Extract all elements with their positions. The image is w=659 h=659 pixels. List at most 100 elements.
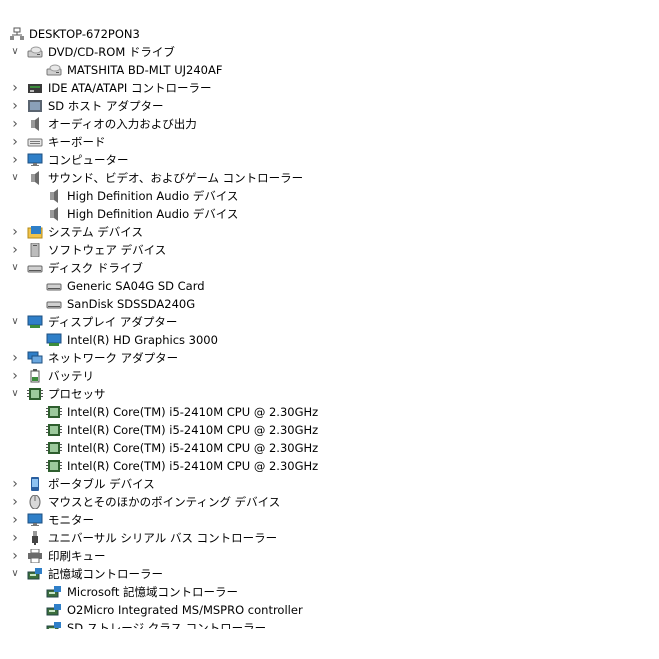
category-item[interactable]: ∨ DVD/CD-ROM ドライブ: [0, 43, 659, 61]
computer-network-icon: [9, 27, 25, 41]
device-item[interactable]: High Definition Audio デバイス: [0, 205, 659, 223]
device-item-label: MATSHITA BD-MLT UJ240AF: [67, 63, 223, 77]
category-item[interactable]: › バッテリ: [0, 367, 659, 385]
chevron-right-icon[interactable]: ›: [9, 511, 21, 529]
category-item[interactable]: ∨ プロセッサ: [0, 385, 659, 403]
category-item-label: システム デバイス: [48, 225, 143, 239]
chevron-down-icon[interactable]: ∨: [9, 43, 21, 61]
category-item-label: DVD/CD-ROM ドライブ: [48, 45, 175, 59]
category-item[interactable]: › オーディオの入力および出力: [0, 115, 659, 133]
device-item[interactable]: SD ストレージ クラス コントローラー: [0, 619, 659, 629]
storage-controller-icon: [46, 603, 62, 617]
speaker-icon: [27, 117, 43, 131]
chevron-right-icon[interactable]: ›: [9, 475, 21, 493]
device-item[interactable]: Intel(R) Core(TM) i5-2410M CPU @ 2.30GHz: [0, 439, 659, 457]
chevron-right-icon[interactable]: ›: [9, 97, 21, 115]
chevron-right-icon[interactable]: ›: [9, 493, 21, 511]
chevron-down-icon[interactable]: ∨: [9, 565, 21, 583]
chevron-right-icon[interactable]: ›: [9, 529, 21, 547]
category-item[interactable]: ∨ サウンド、ビデオ、およびゲーム コントローラー: [0, 169, 659, 187]
chevron-down-icon[interactable]: ∨: [9, 313, 21, 331]
category-item[interactable]: › コンピューター: [0, 151, 659, 169]
device-item-label: Intel(R) Core(TM) i5-2410M CPU @ 2.30GHz: [67, 441, 319, 455]
processor-icon: [46, 459, 62, 473]
device-item[interactable]: Intel(R) HD Graphics 3000: [0, 331, 659, 349]
category-item[interactable]: ∨ ディスプレイ アダプター: [0, 313, 659, 331]
category-item[interactable]: › システム デバイス: [0, 223, 659, 241]
device-item[interactable]: Intel(R) Core(TM) i5-2410M CPU @ 2.30GHz: [0, 403, 659, 421]
monitor-icon: [27, 513, 43, 527]
device-tree[interactable]: DESKTOP-672PON3 ∨ DVD/CD-ROM ドライブ MATSHITA …: [0, 25, 659, 629]
storage-controller-icon: [46, 621, 62, 629]
device-item[interactable]: O2Micro Integrated MS/MSPRO controller: [0, 601, 659, 619]
device-item-label: Generic SA04G SD Card: [67, 279, 205, 293]
device-item-label: High Definition Audio デバイス: [67, 207, 239, 221]
processor-icon: [46, 423, 62, 437]
category-item-label: ユニバーサル シリアル バス コントローラー: [48, 531, 278, 545]
category-item[interactable]: › ポータブル デバイス: [0, 475, 659, 493]
category-item[interactable]: › ユニバーサル シリアル バス コントローラー: [0, 529, 659, 547]
category-item[interactable]: › IDE ATA/ATAPI コントローラー: [0, 79, 659, 97]
network-adapter-icon: [27, 351, 43, 365]
disk-drive-icon: [27, 261, 43, 275]
device-item[interactable]: Microsoft 記憶域コントローラー: [0, 583, 659, 601]
category-item[interactable]: › キーボード: [0, 133, 659, 151]
device-item[interactable]: Intel(R) Core(TM) i5-2410M CPU @ 2.30GHz: [0, 457, 659, 475]
chevron-down-icon[interactable]: ∨: [9, 169, 21, 187]
processor-icon: [46, 441, 62, 455]
disk-drive-icon: [46, 297, 62, 311]
device-item-label: Intel(R) Core(TM) i5-2410M CPU @ 2.30GHz: [67, 405, 319, 419]
printer-icon: [27, 549, 43, 563]
device-item[interactable]: Intel(R) Core(TM) i5-2410M CPU @ 2.30GHz: [0, 421, 659, 439]
software-device-icon: [27, 243, 43, 257]
category-item[interactable]: › モニター: [0, 511, 659, 529]
category-item-label: ポータブル デバイス: [48, 477, 155, 491]
category-item-label: ネットワーク アダプター: [48, 351, 179, 365]
chevron-right-icon[interactable]: ›: [9, 349, 21, 367]
keyboard-icon: [27, 135, 43, 149]
chevron-right-icon[interactable]: ›: [9, 151, 21, 169]
category-item-label: SD ホスト アダプター: [48, 99, 164, 113]
category-item[interactable]: › ネットワーク アダプター: [0, 349, 659, 367]
category-item[interactable]: › ソフトウェア デバイス: [0, 241, 659, 259]
device-item-label: SanDisk SDSSDA240G: [67, 297, 196, 311]
category-item-label: 印刷キュー: [48, 549, 106, 563]
device-item[interactable]: SanDisk SDSSDA240G: [0, 295, 659, 313]
optical-drive-icon: [27, 45, 43, 59]
category-item[interactable]: › SD ホスト アダプター: [0, 97, 659, 115]
device-item-label: Intel(R) Core(TM) i5-2410M CPU @ 2.30GHz: [67, 459, 319, 473]
chevron-right-icon[interactable]: ›: [9, 367, 21, 385]
monitor-icon: [27, 153, 43, 167]
speaker-icon: [46, 189, 62, 203]
category-item-label: プロセッサ: [48, 387, 106, 401]
device-item[interactable]: Generic SA04G SD Card: [0, 277, 659, 295]
battery-icon: [27, 369, 43, 383]
tree-root[interactable]: DESKTOP-672PON3: [0, 25, 659, 43]
category-item[interactable]: › 印刷キュー: [0, 547, 659, 565]
system-folder-icon: [27, 225, 43, 239]
speaker-icon: [46, 207, 62, 221]
category-item[interactable]: ∨ ディスク ドライブ: [0, 259, 659, 277]
chevron-down-icon[interactable]: ∨: [9, 259, 21, 277]
device-item[interactable]: MATSHITA BD-MLT UJ240AF: [0, 61, 659, 79]
chevron-right-icon[interactable]: ›: [9, 115, 21, 133]
device-item[interactable]: High Definition Audio デバイス: [0, 187, 659, 205]
chevron-right-icon[interactable]: ›: [9, 241, 21, 259]
category-item-label: ディスク ドライブ: [48, 261, 143, 275]
chevron-down-icon[interactable]: ∨: [9, 385, 21, 403]
category-item-label: コンピューター: [48, 153, 129, 167]
category-item[interactable]: › マウスとそのほかのポインティング デバイス: [0, 493, 659, 511]
device-item-label: SD ストレージ クラス コントローラー: [67, 621, 267, 629]
disk-drive-icon: [46, 279, 62, 293]
category-item-label: サウンド、ビデオ、およびゲーム コントローラー: [48, 171, 304, 185]
category-item[interactable]: ∨ 記憶域コントローラー: [0, 565, 659, 583]
chevron-right-icon[interactable]: ›: [9, 223, 21, 241]
chevron-right-icon[interactable]: ›: [9, 79, 21, 97]
display-adapter-icon: [27, 315, 43, 329]
tree-root-label: DESKTOP-672PON3: [29, 27, 140, 41]
category-item-label: IDE ATA/ATAPI コントローラー: [48, 81, 212, 95]
storage-controller-icon: [27, 567, 43, 581]
chevron-right-icon[interactable]: ›: [9, 547, 21, 565]
chevron-right-icon[interactable]: ›: [9, 133, 21, 151]
processor-icon: [46, 405, 62, 419]
